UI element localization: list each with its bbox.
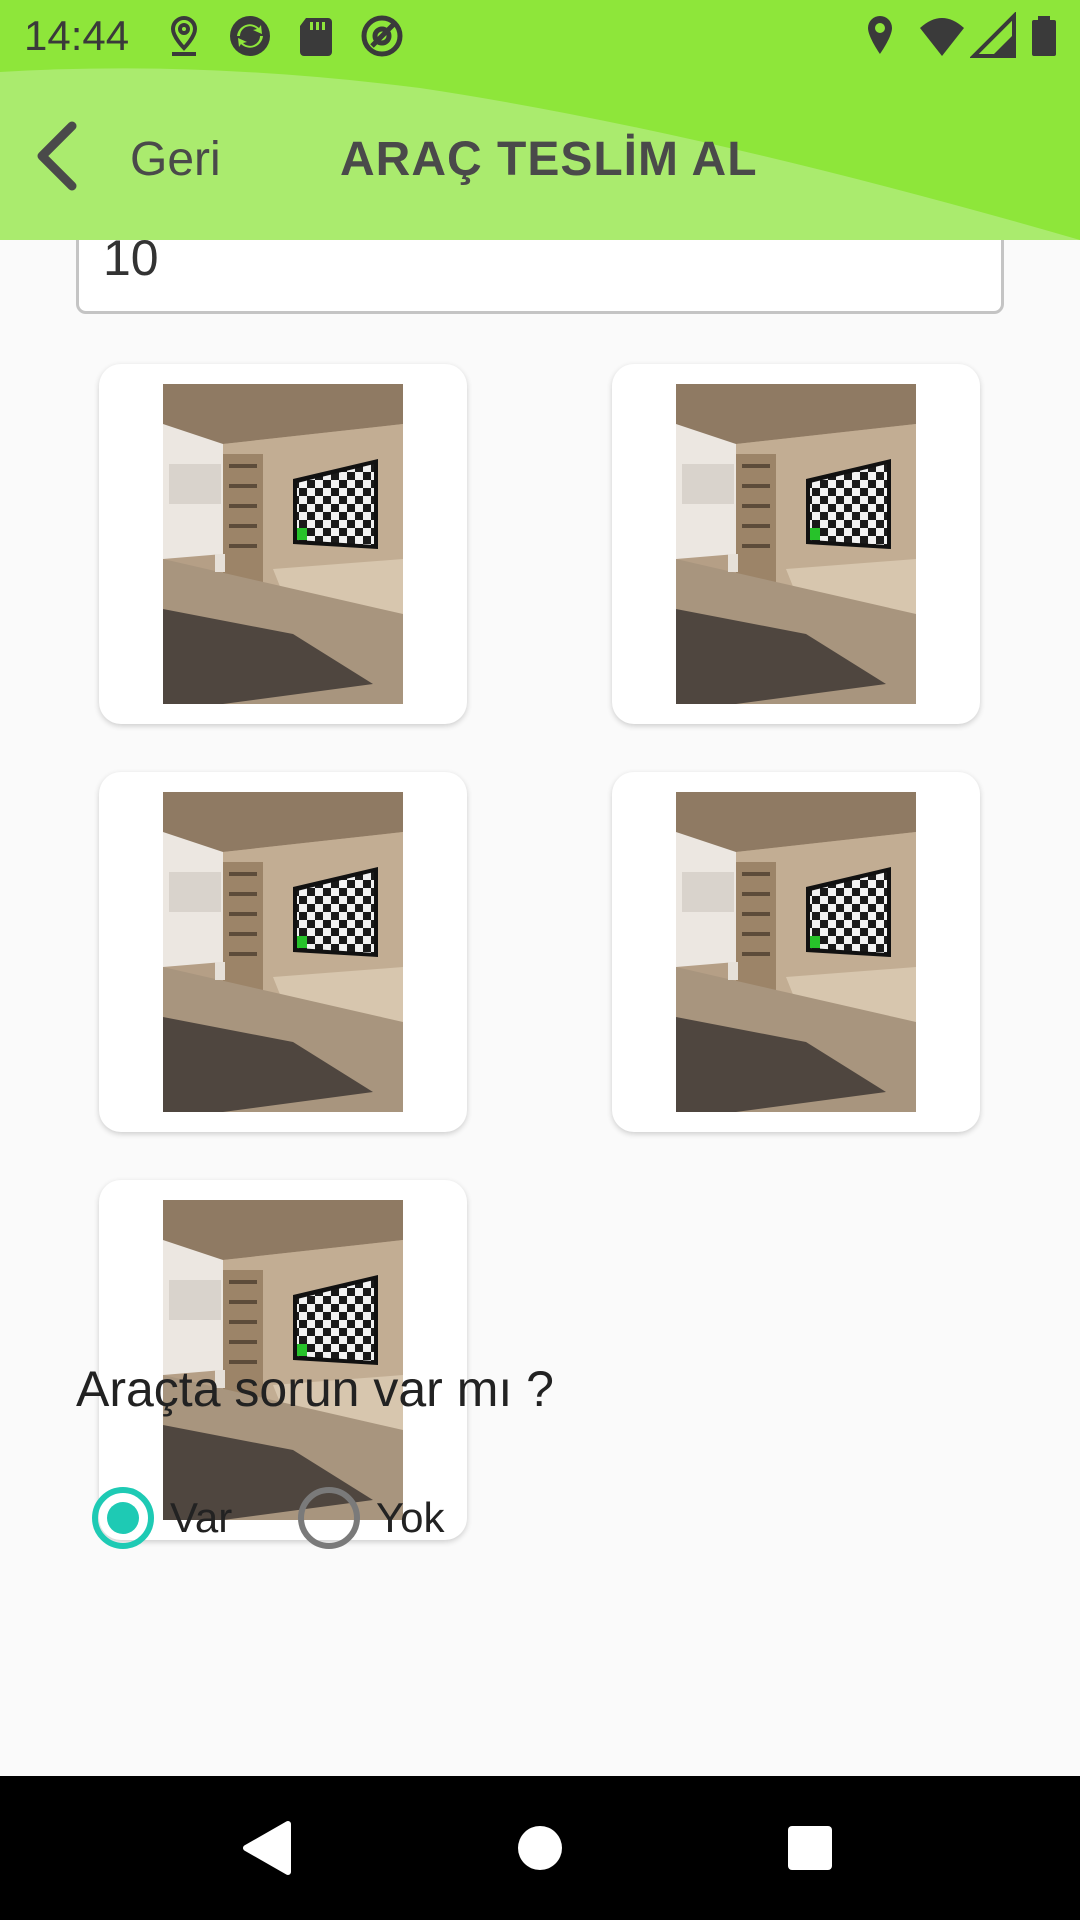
photo-thumbnail [676,384,916,704]
page-title: ARAÇ TESLİM AL [340,133,758,186]
photo-thumbnail [676,792,916,1112]
value-input-text: 10 [103,240,159,286]
radio-button-unchecked[interactable] [298,1487,360,1549]
location-icon [856,12,904,60]
back-triangle-icon[interactable] [232,1812,304,1884]
photo-card[interactable] [612,772,980,1132]
chevron-left-icon [37,121,77,191]
wifi-icon [918,12,966,60]
value-input[interactable]: 10 [76,240,1004,314]
photo-thumbnail [163,384,403,704]
photo-thumbnail [163,792,403,1112]
scroll-content[interactable]: 10 Araçta sorun var mı ? Var Yok [0,240,1080,1776]
back-label[interactable]: Geri [130,132,221,187]
photo-card[interactable] [99,364,467,724]
back-button[interactable] [28,118,88,194]
at-sign-icon [358,12,406,60]
sync-icon [226,12,274,60]
battery-icon [1020,12,1068,60]
home-circle-icon[interactable] [504,1812,576,1884]
app-header: 14:44 Geri ARAÇ TESLİM AL [0,0,1080,240]
radio-button-checked[interactable] [92,1487,154,1549]
signal-icon [970,12,1018,60]
radio-label: Var [170,1494,233,1541]
radio-label: Yok [376,1494,445,1541]
status-time: 14:44 [24,12,130,59]
photo-card[interactable] [612,364,980,724]
system-nav-bar [0,1776,1080,1920]
recents-square-icon[interactable] [774,1812,846,1884]
sd-card-icon [292,12,340,60]
radio-option-yok[interactable]: Yok [298,1487,445,1549]
photo-card[interactable] [99,772,467,1132]
radio-option-var[interactable]: Var [92,1487,233,1549]
location-icon [160,12,208,60]
problem-question: Araçta sorun var mı ? [76,1361,554,1417]
status-bar: 14:44 [0,0,1080,72]
